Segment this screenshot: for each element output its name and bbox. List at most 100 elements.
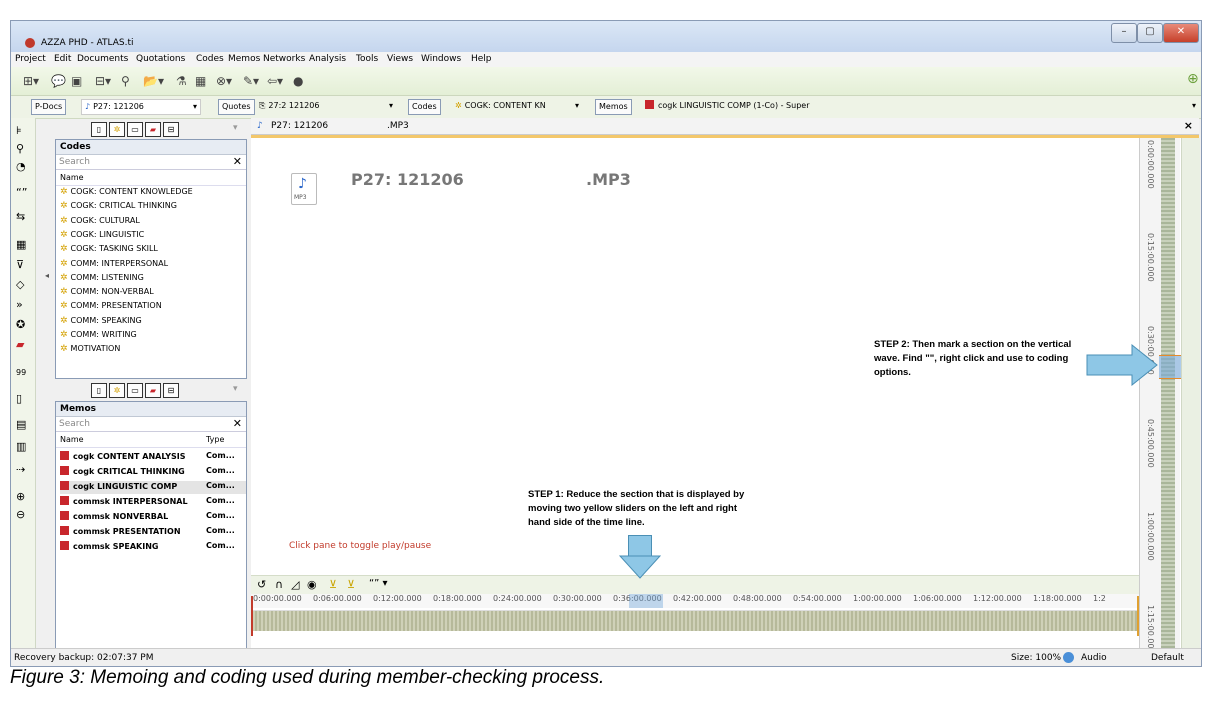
panel-dropdown-icon[interactable]: ▾: [233, 123, 238, 133]
close-document-icon[interactable]: ×: [1184, 118, 1193, 134]
memo-item[interactable]: commsk PRESENTATION Com...: [60, 526, 246, 539]
memo-item[interactable]: cogk CRITICAL THINKING Com...: [60, 466, 246, 479]
close-button[interactable]: ✕: [1163, 23, 1199, 43]
codes-button[interactable]: Codes: [408, 99, 441, 115]
memos-combo[interactable]: cogk LINGUISTIC COMP (1-Co) - Super ▾: [641, 99, 1196, 113]
folder-icon[interactable]: 📂▾: [143, 74, 164, 88]
memo-item[interactable]: cogk CONTENT ANALYSIS Com...: [60, 451, 246, 464]
menu-documents[interactable]: Documents: [77, 54, 128, 64]
menu-quotations[interactable]: Quotations: [136, 54, 185, 64]
tab-quotes-icon[interactable]: ▭: [127, 122, 143, 137]
left-slider[interactable]: [251, 596, 253, 636]
menu-project[interactable]: Project: [15, 54, 46, 64]
loop-icon[interactable]: ↺: [257, 578, 266, 591]
settings-icon[interactable]: ◉: [307, 578, 317, 591]
code-item[interactable]: ✲ MOTIVATION: [60, 344, 120, 354]
code-link-icon[interactable]: ◇: [16, 278, 24, 291]
document-tab-title[interactable]: P27: 121206: [271, 118, 328, 134]
horizontal-waveform[interactable]: [251, 610, 1139, 631]
close-icon[interactable]: ✕: [233, 417, 242, 430]
vertical-selection[interactable]: [1159, 355, 1181, 379]
code-item[interactable]: ✲ COGK: LINGUISTIC: [60, 230, 144, 240]
code-item[interactable]: ✲ COMM: PRESENTATION: [60, 301, 162, 311]
document-pane[interactable]: ♪ P27: 121206 .MP3 × ♪ MP3 P27: 121206 .…: [251, 118, 1200, 654]
pdocs-combo[interactable]: ♪ P27: 121206 ▾: [81, 99, 201, 115]
quote-dropdown-icon[interactable]: “” ▾: [369, 578, 388, 589]
menu-networks[interactable]: Networks: [263, 54, 305, 64]
comment-icon[interactable]: 💬: [51, 74, 66, 88]
headphones-icon[interactable]: ∩: [275, 578, 283, 591]
binoculars-icon[interactable]: ⚲: [121, 74, 130, 88]
memos-button[interactable]: Memos: [595, 99, 632, 115]
link-icon[interactable]: ⇢: [16, 463, 25, 476]
codes-column-name[interactable]: Name: [56, 171, 246, 186]
tab-codes-icon[interactable]: ✲: [109, 383, 125, 398]
close-icon[interactable]: ✕: [233, 155, 242, 168]
bomb-icon[interactable]: ●: [293, 74, 303, 88]
memo-item[interactable]: commsk INTERPERSONAL Com...: [60, 496, 246, 509]
menu-views[interactable]: Views: [387, 54, 413, 64]
left-slider-icon[interactable]: ⊻: [329, 578, 337, 591]
tab-documents-icon[interactable]: ▯: [91, 383, 107, 398]
menu-help[interactable]: Help: [471, 54, 492, 64]
right-slider-icon[interactable]: ⊻: [347, 578, 355, 591]
quote-mark-icon[interactable]: “”: [16, 186, 27, 199]
code-item[interactable]: ✲ COGK: CRITICAL THINKING: [60, 201, 177, 211]
memo-item[interactable]: cogk LINGUISTIC COMP Com...: [60, 481, 246, 494]
memos-search-input[interactable]: Search: [56, 417, 246, 432]
tab-memos-icon[interactable]: ▰: [145, 383, 161, 398]
document-icon[interactable]: ▯: [16, 392, 22, 405]
tab-quotes-icon[interactable]: ▭: [127, 383, 143, 398]
tab-network-icon[interactable]: ⊟: [163, 122, 179, 137]
counter-icon[interactable]: 99: [16, 368, 26, 377]
list-alt-icon[interactable]: ▥: [16, 440, 26, 453]
menu-windows[interactable]: Windows: [421, 54, 461, 64]
panel-dropdown-icon[interactable]: ▾: [233, 384, 238, 394]
grid-icon[interactable]: ▦: [16, 238, 26, 251]
chart-icon[interactable]: ▦: [195, 74, 206, 88]
volume-icon[interactable]: ◿: [291, 578, 299, 591]
ruler-selection[interactable]: [629, 594, 663, 608]
search-icon[interactable]: ⚲: [16, 142, 24, 155]
minimize-button[interactable]: –: [1111, 23, 1137, 43]
quote-link-icon[interactable]: ⇆: [16, 210, 25, 223]
vertical-waveform[interactable]: [1161, 138, 1175, 648]
back-icon[interactable]: ⇦▾: [267, 74, 283, 88]
filter-icon[interactable]: ⊽: [16, 258, 24, 271]
code-item[interactable]: ✲ COMM: LISTENING: [60, 273, 144, 283]
gear-icon[interactable]: ✪: [16, 318, 25, 331]
tree-icon[interactable]: ⊟▾: [95, 74, 111, 88]
splitter-icon[interactable]: ◂: [45, 271, 49, 280]
wrench-icon[interactable]: ✎▾: [243, 74, 259, 88]
save-icon[interactable]: ▣: [71, 74, 82, 88]
quotes-button[interactable]: Quotes: [218, 99, 255, 115]
code-item[interactable]: ✲ COMM: NON-VERBAL: [60, 287, 154, 297]
network-icon[interactable]: ⊞▾: [23, 74, 39, 88]
code-item[interactable]: ✲ COGK: CONTENT KNOWLEDGE: [60, 187, 193, 197]
tab-codes-icon[interactable]: ✲: [109, 122, 125, 137]
maximize-button[interactable]: ▢: [1137, 23, 1163, 43]
tree-icon[interactable]: ⊧: [16, 124, 22, 137]
code-item[interactable]: ✲ COGK: TASKING SKILL: [60, 244, 158, 254]
quotes-combo[interactable]: ⎘ 27:2 121206 ▾: [256, 99, 396, 113]
tool-icon[interactable]: ⚗: [176, 74, 187, 88]
zoom-in-icon[interactable]: ⊕: [16, 490, 25, 503]
menu-analysis[interactable]: Analysis: [309, 54, 346, 64]
menu-edit[interactable]: Edit: [54, 54, 71, 64]
list-icon[interactable]: ▤: [16, 418, 26, 431]
toolbar-side-icon[interactable]: ⊕: [1187, 71, 1199, 87]
tab-memos-icon[interactable]: ▰: [145, 122, 161, 137]
memos-column-name[interactable]: Name: [60, 433, 84, 447]
codes-combo[interactable]: ✲ COGK: CONTENT KN ▾: [452, 99, 582, 113]
memo-item[interactable]: commsk SPEAKING Com...: [60, 541, 246, 554]
tab-network-icon[interactable]: ⊟: [163, 383, 179, 398]
code-item[interactable]: ✲ COMM: SPEAKING: [60, 316, 142, 326]
memo-icon[interactable]: ▰: [16, 338, 24, 351]
zoom-out-icon[interactable]: ⊖: [16, 508, 25, 521]
code-item[interactable]: ✲ COGK: CULTURAL: [60, 216, 140, 226]
tab-documents-icon[interactable]: ▯: [91, 122, 107, 137]
menu-memos[interactable]: Memos: [228, 54, 260, 64]
xml-icon[interactable]: ⊗▾: [216, 74, 232, 88]
comment-icon[interactable]: ◔: [16, 160, 26, 173]
memos-column-type[interactable]: Type: [206, 433, 224, 447]
